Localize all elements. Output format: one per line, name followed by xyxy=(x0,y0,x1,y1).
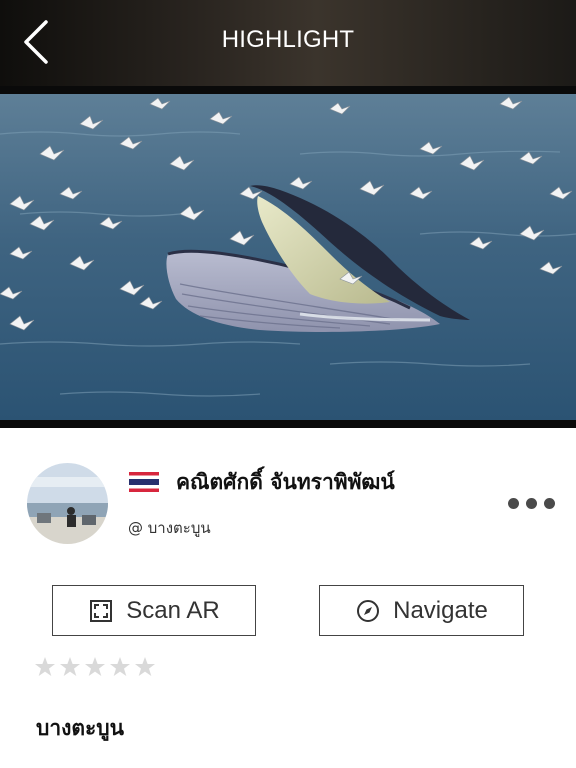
star-icon[interactable] xyxy=(109,656,131,678)
avatar-photo xyxy=(27,463,108,544)
star-icon[interactable] xyxy=(59,656,81,678)
page-title: HIGHLIGHT xyxy=(221,26,355,53)
star-icon[interactable] xyxy=(134,656,156,678)
thailand-flag-icon xyxy=(129,472,159,492)
avatar[interactable] xyxy=(27,463,108,544)
more-dots-icon xyxy=(544,498,555,509)
scan-frame-icon xyxy=(90,599,113,622)
navigate-label: Navigate xyxy=(393,596,488,624)
more-dots-icon xyxy=(508,498,519,509)
hero-image xyxy=(0,86,576,428)
app-header: HIGHLIGHT xyxy=(0,0,576,86)
whale-photo xyxy=(0,94,576,420)
author-name[interactable]: คณิตศักดิ์ จันทราพิพัฒน์ xyxy=(176,466,395,499)
star-icon[interactable] xyxy=(34,656,56,678)
location-label: @ บางตะบูน xyxy=(128,519,211,537)
compass-icon xyxy=(357,599,380,622)
scan-ar-label: Scan AR xyxy=(126,596,220,624)
star-rating[interactable] xyxy=(34,656,159,678)
scan-ar-button[interactable]: Scan AR xyxy=(52,585,256,636)
more-options-button[interactable] xyxy=(502,492,558,514)
post-details: คณิตศักดิ์ จันทราพิพัฒน์ @ บางตะบูน Scan… xyxy=(0,428,576,768)
star-icon[interactable] xyxy=(84,656,106,678)
navigate-button[interactable]: Navigate xyxy=(319,585,524,636)
more-dots-icon xyxy=(526,498,537,509)
place-title: บางตะบูน xyxy=(36,716,124,740)
